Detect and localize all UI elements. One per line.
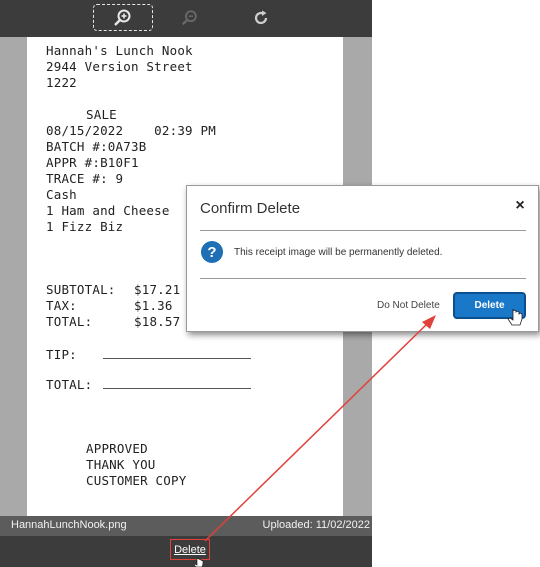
receipt-line: Cash — [46, 187, 77, 202]
confirm-delete-button[interactable]: Delete — [453, 292, 526, 319]
receipt-line: BATCH #:0A73B — [46, 139, 147, 154]
receipt-line: 1222 — [46, 75, 77, 90]
rotate-icon — [254, 10, 268, 25]
receipt-amount: $17.21 — [134, 282, 181, 297]
question-icon: ? — [201, 241, 223, 263]
upload-date: Uploaded: 11/02/2022 — [262, 519, 370, 531]
receipt-line: 08/15/2022 02:39 PM — [46, 123, 216, 138]
viewer-toolbar — [0, 0, 372, 37]
dialog-message: This receipt image will be permanently d… — [234, 247, 443, 258]
receipt-label: TOTAL: — [46, 377, 93, 392]
receipt-amount: $1.36 — [134, 298, 173, 313]
receipt-line: APPR #:B10F1 — [46, 155, 139, 170]
receipt-line: 1 Ham and Cheese — [46, 203, 170, 218]
receipt-line: THANK YOU — [86, 457, 156, 472]
dialog-divider — [200, 278, 526, 279]
dialog-divider — [200, 230, 526, 231]
zoom-out-button[interactable] — [175, 4, 205, 32]
rotate-button[interactable] — [246, 4, 276, 32]
receipt-label: TOTAL: — [46, 314, 93, 329]
zoom-in-button[interactable] — [93, 4, 153, 31]
confirm-delete-dialog: Confirm Delete × ? This receipt image wi… — [186, 185, 539, 332]
receipt-amount: $18.57 — [134, 314, 181, 329]
receipt-line: 2944 Version Street — [46, 59, 193, 74]
receipt-line: Hannah's Lunch Nook — [46, 43, 193, 58]
receipt-line: TRACE #: 9 — [46, 171, 124, 186]
receipt-label: SUBTOTAL: — [46, 282, 116, 297]
do-not-delete-button[interactable]: Do Not Delete — [377, 300, 440, 311]
close-icon[interactable]: × — [512, 198, 528, 214]
tip-blank-line — [103, 358, 251, 359]
file-name: HannahLunchNook.png — [11, 519, 127, 531]
zoom-in-icon — [114, 9, 131, 26]
receipt-label: TIP: — [46, 347, 77, 362]
total-blank-line — [103, 388, 251, 389]
receipt-line: CUSTOMER COPY — [86, 473, 187, 488]
image-info-bar: HannahLunchNook.png Uploaded: 11/02/2022 — [0, 516, 372, 536]
dialog-title: Confirm Delete — [200, 200, 301, 217]
receipt-line: APPROVED — [86, 441, 148, 456]
zoom-out-icon — [182, 10, 197, 26]
receipt-line: SALE — [86, 107, 117, 122]
delete-link[interactable]: Delete — [170, 539, 210, 560]
receipt-label: TAX: — [46, 298, 77, 313]
receipt-line: 1 Fizz Biz — [46, 219, 124, 234]
